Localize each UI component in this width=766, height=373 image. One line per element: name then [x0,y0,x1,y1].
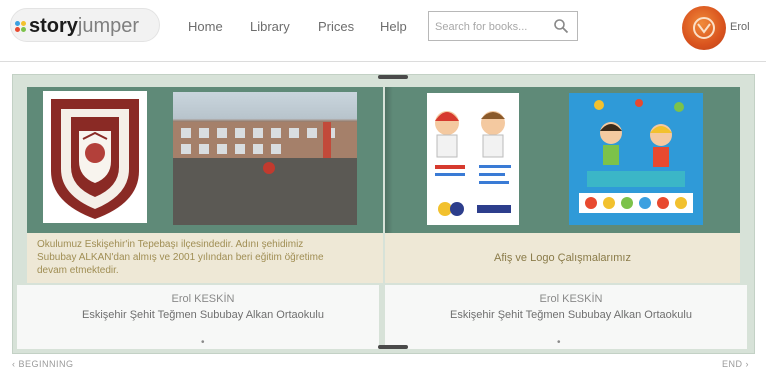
nav-library-link[interactable]: Library [250,19,290,34]
right-page-caption-band: Afiş ve Logo Çalışmalarımız [385,233,740,283]
book-spine-bottom [378,345,408,349]
poster-image-2 [569,93,703,225]
go-to-end-link[interactable]: END › [722,359,749,369]
book-spine-top [378,75,408,79]
left-page-credit: Erol KESKİN Eskişehir Şehit Teğmen Subub… [23,291,383,323]
right-page-credit: Erol KESKİN Eskişehir Şehit Teğmen Subub… [391,291,751,323]
go-to-beginning-link[interactable]: ‹ BEGINNING [12,359,74,369]
right-page-marker: • [557,337,561,348]
avatar-emblem-icon [693,17,715,39]
search-icon[interactable] [553,18,569,34]
left-page-school: Eskişehir Şehit Teğmen Sububay Alkan Ort… [82,309,324,321]
search-input[interactable] [435,18,549,36]
right-page-author: Erol KESKİN [539,293,603,305]
school-building-photo [173,92,357,225]
school-crest-image [43,91,147,223]
right-page-school: Eskişehir Şehit Teğmen Sububay Alkan Ort… [450,309,692,321]
storyjumper-book-viewer: storyjumper Home Library Prices Help Ero… [0,0,766,373]
search-box [428,11,578,41]
storyjumper-logo[interactable]: storyjumper [10,8,160,42]
user-avatar[interactable] [682,6,726,50]
right-page[interactable]: Afiş ve Logo Çalışmalarımız [385,87,740,283]
nav-home-link[interactable]: Home [188,19,223,34]
left-page-author: Erol KESKİN [171,293,235,305]
left-page-caption-band: Okulumuz Eskişehir'in Tepebaşı ilçesinde… [27,233,383,283]
nav-prices-link[interactable]: Prices [318,19,354,34]
logo-text-light: jumper [77,15,140,37]
nav-help-link[interactable]: Help [380,19,407,34]
right-page-caption: Afiş ve Logo Çalışmalarımız [494,252,631,264]
book-spread: Okulumuz Eskişehir'in Tepebaşı ilçesinde… [12,74,755,354]
logo-text-bold: story [29,15,78,37]
left-page-caption: Okulumuz Eskişehir'in Tepebaşı ilçesinde… [37,239,324,276]
left-page[interactable]: Okulumuz Eskişehir'in Tepebaşı ilçesinde… [27,87,383,283]
left-page-marker: • [201,337,205,348]
logo-text: storyjumper [29,15,139,38]
logo-dots-icon [15,21,29,35]
poster-image-1 [427,93,519,225]
user-name[interactable]: Erol [730,21,750,33]
top-navigation-bar: storyjumper Home Library Prices Help Ero… [0,0,766,62]
